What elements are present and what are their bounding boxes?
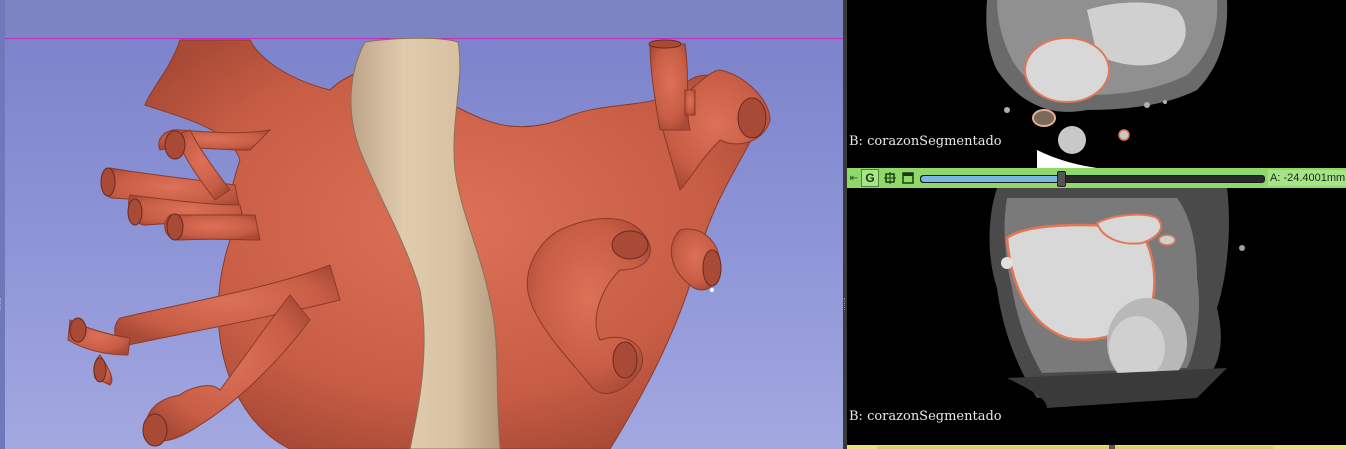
- slider-fill: [921, 176, 1060, 182]
- green-slice-controller: ⇤ G A: -24.4001mm: [847, 168, 1346, 188]
- pin-icon[interactable]: ⇤: [847, 168, 861, 188]
- slice-letter-button[interactable]: G: [861, 169, 879, 187]
- yellow-slice-controller[interactable]: [847, 445, 1346, 449]
- slice-offset-value[interactable]: A: -24.4001mm: [1268, 170, 1346, 186]
- ct-image-bottom: [989, 188, 1245, 408]
- point-marker: [710, 288, 714, 292]
- 3d-view[interactable]: [0, 0, 843, 449]
- segmentation-outline: [1024, 37, 1110, 103]
- slice-label-top: B: corazonSegmentado: [849, 134, 1002, 149]
- link-icon[interactable]: [883, 171, 897, 185]
- slice-view-bottom[interactable]: B: corazonSegmentado: [847, 188, 1346, 445]
- slice-view-top[interactable]: B: corazonSegmentado: [847, 0, 1346, 168]
- window-icon[interactable]: [901, 171, 915, 185]
- resize-grip[interactable]: [0, 298, 3, 310]
- 3d-render: [67, 37, 771, 449]
- slice-label-bottom: B: corazonSegmentado: [849, 409, 1002, 424]
- yellow-slider-handle[interactable]: [1109, 445, 1115, 449]
- slice-offset-slider[interactable]: [920, 171, 1265, 187]
- slider-handle[interactable]: [1057, 171, 1066, 187]
